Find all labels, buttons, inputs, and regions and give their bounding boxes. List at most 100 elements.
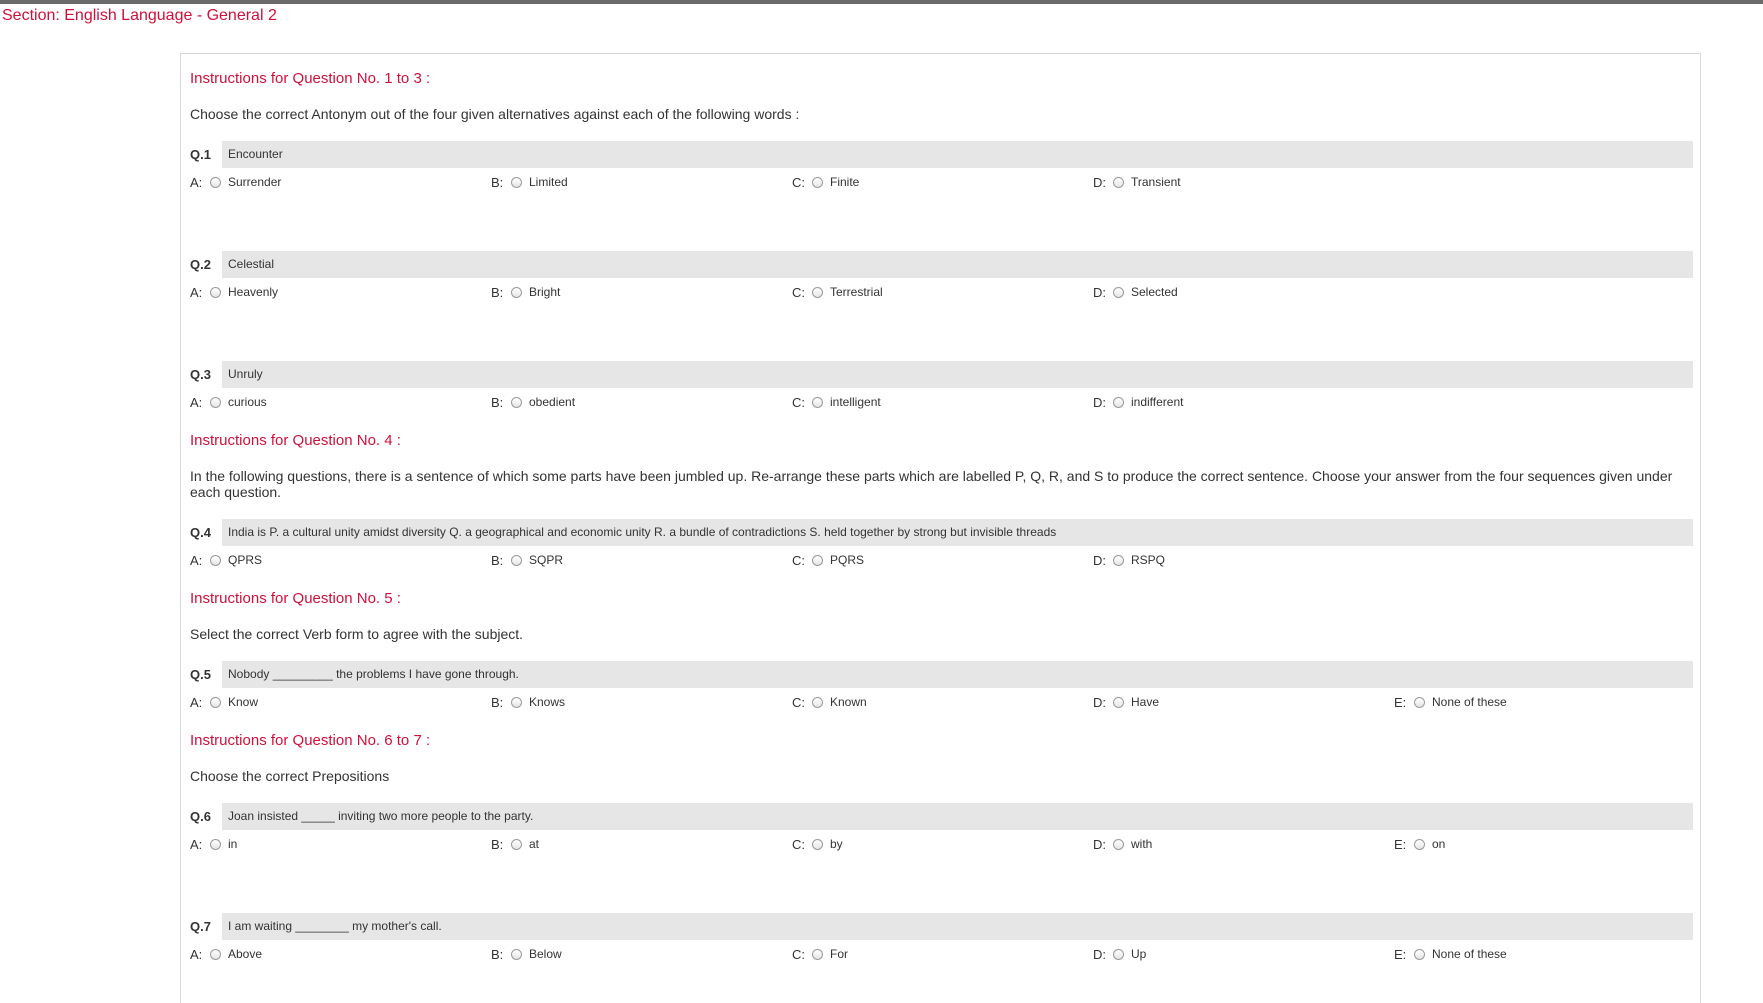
option-label: Transient [1131,175,1181,189]
option-d[interactable]: D: with [1093,835,1152,853]
radio-button[interactable] [812,838,823,850]
radio-button[interactable] [210,838,221,850]
radio-button[interactable] [210,286,221,298]
question-row: Q.2 Celestial [190,251,1693,278]
radio-button[interactable] [511,554,522,566]
question-number: Q.6 [190,803,222,830]
option-c[interactable]: C: Finite [792,173,859,191]
option-letter: A: [190,836,203,852]
option-c[interactable]: C: PQRS [792,551,864,569]
question-text: Unruly [222,361,1693,388]
option-letter: E: [1394,946,1407,962]
radio-button[interactable] [210,176,221,188]
option-label: Terrestrial [830,285,883,299]
option-a[interactable]: A: curious [190,393,267,411]
radio-button[interactable] [210,554,221,566]
option-label: Below [529,947,562,961]
option-label: Finite [830,175,860,189]
option-label: in [228,837,238,851]
option-a[interactable]: A: in [190,835,237,853]
option-a[interactable]: A: Above [190,945,262,963]
option-label: indifferent [1131,395,1184,409]
instruction-title: Instructions for Question No. 5 : [190,590,401,607]
option-a[interactable]: A: QPRS [190,551,262,569]
radio-button[interactable] [1113,948,1124,960]
option-letter: A: [190,946,203,962]
radio-button[interactable] [210,948,221,960]
question-text: Celestial [222,251,1693,278]
option-b[interactable]: B: Below [491,945,562,963]
option-letter: B: [491,174,504,190]
instruction-text: In the following questions, there is a s… [190,468,1673,500]
option-c[interactable]: C: intelligent [792,393,881,411]
option-c[interactable]: C: Known [792,693,867,711]
radio-button[interactable] [511,948,522,960]
option-d[interactable]: D: indifferent [1093,393,1183,411]
question-row: Q.6 Joan insisted _____ inviting two mor… [190,803,1693,830]
options-row: A: Know B: Knows C: Known D: Have E: None of … [190,693,1693,711]
option-label: RSPQ [1131,553,1166,567]
radio-button[interactable] [511,176,522,188]
radio-button[interactable] [210,696,221,708]
option-letter: A: [190,694,203,710]
option-letter: E: [1394,694,1407,710]
radio-button[interactable] [1414,948,1425,960]
question-text: Joan insisted _____ inviting two more pe… [222,803,1693,830]
option-a[interactable]: A: Heavenly [190,283,278,301]
radio-button[interactable] [511,396,522,408]
question-number: Q.3 [190,361,222,388]
top-bar [0,0,1763,4]
option-e[interactable]: E: on [1394,835,1445,853]
option-d[interactable]: D: RSPQ [1093,551,1165,569]
option-letter: B: [491,946,504,962]
option-b[interactable]: B: SQPR [491,551,563,569]
option-d[interactable]: D: Have [1093,693,1159,711]
option-e[interactable]: E: None of these [1394,693,1507,711]
radio-button[interactable] [812,396,823,408]
option-c[interactable]: C: For [792,945,848,963]
option-label: obedient [529,395,576,409]
option-letter: D: [1093,946,1106,962]
option-b[interactable]: B: Knows [491,693,565,711]
radio-button[interactable] [210,396,221,408]
option-letter: C: [792,174,805,190]
radio-button[interactable] [1113,554,1124,566]
radio-button[interactable] [511,696,522,708]
question-number: Q.1 [190,141,222,168]
option-d[interactable]: D: Transient [1093,173,1181,191]
option-c[interactable]: C: by [792,835,843,853]
question-row: Q.4 India is P. a cultural unity amidst … [190,519,1693,546]
option-label: Limited [529,175,568,189]
radio-button[interactable] [511,286,522,298]
radio-button[interactable] [812,554,823,566]
radio-button[interactable] [812,286,823,298]
radio-button[interactable] [1113,176,1124,188]
option-e[interactable]: E: None of these [1394,945,1507,963]
option-c[interactable]: C: Terrestrial [792,283,883,301]
radio-button[interactable] [1113,838,1124,850]
radio-button[interactable] [1113,696,1124,708]
option-b[interactable]: B: at [491,835,539,853]
option-label: Up [1131,947,1147,961]
question-number: Q.2 [190,251,222,278]
radio-button[interactable] [812,948,823,960]
option-b[interactable]: B: obedient [491,393,575,411]
question-number: Q.5 [190,661,222,688]
option-letter: D: [1093,284,1106,300]
radio-button[interactable] [1113,286,1124,298]
radio-button[interactable] [1414,838,1425,850]
option-b[interactable]: B: Limited [491,173,568,191]
option-a[interactable]: A: Know [190,693,258,711]
radio-button[interactable] [1414,696,1425,708]
option-d[interactable]: D: Up [1093,945,1146,963]
option-letter: D: [1093,694,1106,710]
option-a[interactable]: A: Surrender [190,173,281,191]
radio-button[interactable] [812,176,823,188]
radio-button[interactable] [812,696,823,708]
option-d[interactable]: D: Selected [1093,283,1178,301]
option-letter: A: [190,174,203,190]
instruction-text: Select the correct Verb form to agree wi… [190,626,524,642]
radio-button[interactable] [511,838,522,850]
radio-button[interactable] [1113,396,1124,408]
option-b[interactable]: B: Bright [491,283,560,301]
